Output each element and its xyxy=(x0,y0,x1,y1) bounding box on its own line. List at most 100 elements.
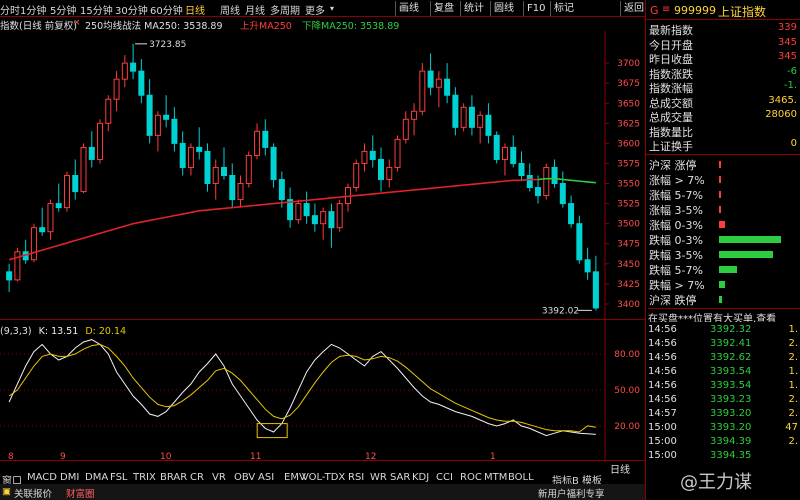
breadth-bar xyxy=(719,176,721,183)
time-axis-label: 11 xyxy=(250,452,261,460)
candle xyxy=(485,103,492,144)
stat-value: 28060 xyxy=(765,109,797,120)
ma250-up-line xyxy=(8,178,539,261)
candle xyxy=(245,151,252,188)
price-axis-label: 3500 xyxy=(617,220,640,230)
exit-button[interactable]: 返回 xyxy=(620,1,645,16)
status-bar: ▣ 关联报价 财富圈 新用户福利专享 xyxy=(0,484,645,500)
breadth-label: 跌幅 0-3% xyxy=(649,234,703,247)
indicator-tab-10[interactable]: ASI xyxy=(258,472,274,483)
candle xyxy=(171,107,178,152)
candle xyxy=(444,63,451,104)
tick-time: 14:56 xyxy=(648,380,677,391)
period-tab-1[interactable]: 1分钟 xyxy=(20,2,46,17)
period-tab-7[interactable]: 周线 xyxy=(220,2,240,17)
price-axis-label: 3425 xyxy=(617,280,640,290)
indicator-tab-15[interactable]: SAR xyxy=(390,472,410,483)
stat-value: 0 xyxy=(790,138,797,149)
right-tab-5[interactable]: 标记 xyxy=(550,1,577,16)
more-chevron-down-icon[interactable]: ▾ xyxy=(330,4,334,13)
tick-row: 14:57 3393.20 2. xyxy=(648,408,798,422)
indicator-tab-8[interactable]: VR xyxy=(212,472,226,483)
indicator-tab-9[interactable]: OBV xyxy=(234,472,255,483)
indicator-tab-18[interactable]: ROC xyxy=(460,472,482,483)
indicator-tab-1[interactable]: MACD xyxy=(27,472,57,483)
indicator-tab-6[interactable]: BRAR xyxy=(160,472,187,483)
right-tab-4[interactable]: F10 xyxy=(523,1,548,16)
candle xyxy=(361,143,368,172)
status-related-quote[interactable]: 关联报价 xyxy=(14,486,52,500)
tick-volume: 2. xyxy=(788,436,798,447)
stat-row: 总成交量 28060 xyxy=(649,109,799,124)
right-tab-0[interactable]: 画线 xyxy=(395,1,422,16)
period-tab-10[interactable]: 更多 xyxy=(305,2,325,17)
breadth-bar xyxy=(719,281,726,288)
candle xyxy=(584,247,591,280)
right-tab-2[interactable]: 统计 xyxy=(460,1,487,16)
candlestick-chart[interactable]: 3700 3675 3650 3625 3600 3575 3550 3525 3500 3475… xyxy=(0,31,645,320)
dropdown-icon[interactable]: ≡ xyxy=(662,4,670,15)
period-tab-3[interactable]: 15分钟 xyxy=(80,2,113,17)
period-tab-4[interactable]: 30分钟 xyxy=(115,2,148,17)
candle xyxy=(47,199,54,240)
candle xyxy=(295,199,302,224)
candle xyxy=(6,263,13,292)
breadth-label: 跌幅 > 7% xyxy=(649,279,705,292)
indicator-tab-3[interactable]: DMA xyxy=(85,472,108,483)
indicator-tab-19[interactable]: MTM xyxy=(484,472,507,483)
right-tab-3[interactable]: 圆线 xyxy=(490,1,517,16)
indicator-tab-7[interactable]: CR xyxy=(190,472,204,483)
candle xyxy=(22,239,29,264)
candle xyxy=(204,143,211,192)
period-tab-0[interactable]: 分时 xyxy=(0,2,20,17)
stat-row: 总成交额 3465. xyxy=(649,95,799,110)
breadth-row: 跌幅 > 7% xyxy=(649,277,799,292)
indicator-tab-4[interactable]: FSL xyxy=(110,472,128,483)
stat-value: 345 xyxy=(777,51,797,62)
candle xyxy=(543,163,550,200)
price-axis-label: 3550 xyxy=(617,180,640,190)
indicator-tab-17[interactable]: CCI xyxy=(436,472,453,483)
tick-volume: 1. xyxy=(788,380,798,391)
status-quote-icon: ▣ xyxy=(2,486,11,497)
big-order-alert[interactable]: 在买盘***位置有大买单,查看 xyxy=(648,308,800,322)
candle xyxy=(30,223,37,263)
candle xyxy=(303,191,310,224)
candle xyxy=(568,195,575,228)
price-axis-label: 3400 xyxy=(617,300,640,310)
kdj-panel[interactable]: 80.00 50.00 20.00 8 9 10 11 12 1 xyxy=(0,320,645,460)
indicator-tab-5[interactable]: TRIX xyxy=(133,472,156,483)
indicator-tabs: 窗口 MACD DMI DMA FSL TRIX BRAR CR VR OBV ASI EMV VOL-… xyxy=(0,460,645,487)
indicator-tab-14[interactable]: WR xyxy=(370,472,387,483)
tick-time: 15:00 xyxy=(648,422,677,433)
candle xyxy=(576,215,583,264)
indicator-tab-20[interactable]: BOLL xyxy=(508,472,534,483)
close-icon[interactable]: × xyxy=(73,18,81,28)
price-axis-label: 3525 xyxy=(617,200,640,210)
breadth-row: 沪深 涨停 xyxy=(649,157,799,172)
period-tab-9[interactable]: 多周期 xyxy=(270,2,300,17)
period-label[interactable]: 日线 xyxy=(610,461,630,476)
tick-time: 14:56 xyxy=(648,366,677,377)
candle xyxy=(63,171,70,212)
tick-price: 3393.54 xyxy=(710,366,752,377)
indicator-tab-16[interactable]: KDJ xyxy=(412,472,429,483)
status-wealth-circle[interactable]: 财富圈 xyxy=(66,486,95,500)
status-new-user[interactable]: 新用户福利专享 xyxy=(538,486,605,500)
indicator-tab-2[interactable]: DMI xyxy=(60,472,79,483)
kdj-axis-label: 50.00 xyxy=(614,386,640,396)
period-tab-2[interactable]: 5分钟 xyxy=(50,2,76,17)
indicator-tab-13[interactable]: RSI xyxy=(348,472,364,483)
stats-divider xyxy=(646,154,800,155)
candle xyxy=(378,147,385,192)
period-tab-6[interactable]: 日线 xyxy=(185,2,205,17)
candle xyxy=(592,255,599,311)
indicator-tab-12[interactable]: VOL-TDX xyxy=(302,472,345,483)
period-tab-5[interactable]: 60分钟 xyxy=(150,2,183,17)
candle xyxy=(179,131,186,176)
right-tab-1[interactable]: 复盘 xyxy=(430,1,457,16)
high-annotation: 3723.85 xyxy=(149,40,186,50)
candle xyxy=(229,163,236,208)
period-tab-8[interactable]: 月线 xyxy=(245,2,265,17)
candle xyxy=(14,247,21,282)
